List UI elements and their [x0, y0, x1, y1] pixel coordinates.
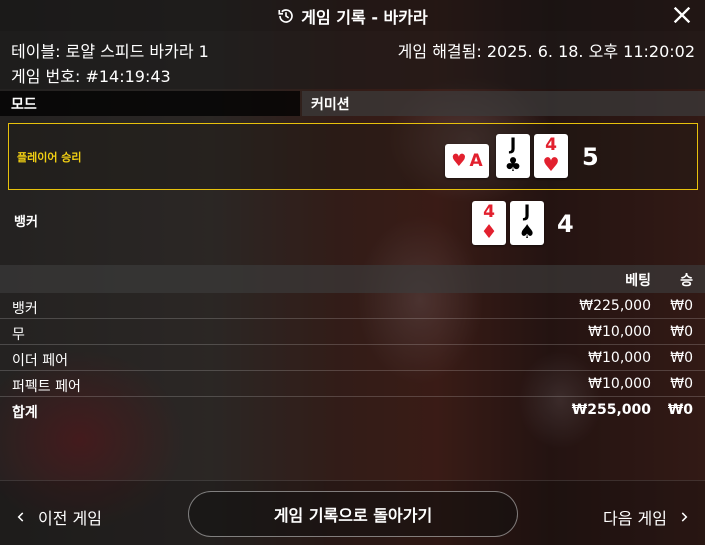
- bets-table-header: 베팅 승: [0, 265, 705, 293]
- card-rank: A: [469, 151, 483, 171]
- bets-table: 베팅 승 뱅커 ₩225,000 ₩0 무 ₩10,000 ₩0 이더 페어 ₩…: [0, 265, 705, 423]
- total-row: 합계 ₩255,000 ₩0: [0, 397, 705, 423]
- table-row: 뱅커 ₩225,000 ₩0: [0, 293, 705, 319]
- card-suit: ♠: [518, 221, 536, 243]
- chevron-right-icon: [681, 512, 688, 522]
- banker-card-1: 4 ♦: [472, 201, 506, 245]
- banker-score: 4: [557, 210, 574, 238]
- table-name: 테이블: 로얄 스피드 바카라 1: [11, 42, 209, 61]
- bet-name: 퍼펙트 페어: [12, 379, 81, 395]
- mode-label: 모드: [0, 91, 300, 116]
- card-suit: ♥: [451, 151, 467, 171]
- bet-name: 이더 페어: [12, 353, 68, 369]
- next-game-button[interactable]: 다음 게임: [603, 505, 691, 529]
- chevron-left-icon: [17, 512, 24, 522]
- back-to-history-label: 게임 기록으로 돌아가기: [273, 506, 433, 525]
- game-history-panel: 게임 기록 - 바카라 테이블: 로얄 스피드 바카라 1 게임 해결됨: 20…: [0, 0, 705, 545]
- bet-column-header: 베팅: [625, 273, 651, 289]
- previous-game-label: 이전 게임: [38, 509, 102, 528]
- bet-amount: ₩10,000: [588, 350, 651, 366]
- card-suit: ♥: [542, 154, 560, 176]
- page-title: 게임 기록 - 바카라: [301, 7, 428, 27]
- player-card-3: 4 ♥: [534, 134, 568, 178]
- total-win-amount: ₩0: [667, 402, 693, 418]
- card-rank: 4: [483, 202, 495, 222]
- table-row: 퍼펙트 페어 ₩10,000 ₩0: [0, 371, 705, 397]
- game-info: 테이블: 로얄 스피드 바카라 1 게임 해결됨: 2025. 6. 18. 오…: [0, 31, 705, 89]
- card-suit: ♦: [480, 221, 498, 243]
- win-column-header: 승: [680, 273, 693, 289]
- sideways-card-face: ♥ A: [445, 144, 489, 178]
- title-bar: 게임 기록 - 바카라: [0, 0, 705, 31]
- player-card-1: ♥ A: [445, 144, 489, 178]
- commission-label: 커미션: [302, 91, 705, 116]
- player-card-2: J ♣: [496, 134, 530, 178]
- win-amount: ₩0: [670, 298, 693, 314]
- banker-card-2: J ♠: [510, 201, 544, 245]
- resolved-time: 게임 해결됨: 2025. 6. 18. 오후 11:20:02: [397, 42, 695, 61]
- bet-amount: ₩10,000: [588, 324, 651, 340]
- back-to-history-button[interactable]: 게임 기록으로 돌아가기: [188, 491, 518, 537]
- bet-name: 무: [12, 327, 25, 343]
- bet-name: 뱅커: [12, 301, 38, 317]
- total-label: 합계: [12, 405, 38, 421]
- next-game-label: 다음 게임: [603, 509, 667, 528]
- win-amount: ₩0: [670, 376, 693, 392]
- card-rank: J: [509, 135, 517, 155]
- bet-amount: ₩225,000: [579, 298, 651, 314]
- game-number: 게임 번호: #14:19:43: [11, 67, 171, 86]
- player-score: 5: [582, 143, 599, 171]
- win-amount: ₩0: [670, 350, 693, 366]
- player-result-label: 플레이어 승리: [17, 151, 82, 164]
- total-bet-amount: ₩255,000: [571, 402, 651, 418]
- history-icon: [278, 8, 294, 23]
- table-row: 이더 페어 ₩10,000 ₩0: [0, 345, 705, 371]
- win-amount: ₩0: [670, 324, 693, 340]
- table-row: 무 ₩10,000 ₩0: [0, 319, 705, 345]
- footer-nav: 이전 게임 게임 기록으로 돌아가기 다음 게임: [0, 480, 705, 545]
- banker-label: 뱅커: [14, 215, 38, 230]
- close-icon[interactable]: [671, 4, 693, 26]
- card-rank: 4: [545, 135, 557, 155]
- bet-amount: ₩10,000: [588, 376, 651, 392]
- card-suit: ♣: [504, 154, 522, 176]
- card-rank: J: [523, 202, 531, 222]
- mode-header: 모드 커미션: [0, 91, 705, 116]
- previous-game-button[interactable]: 이전 게임: [14, 505, 102, 529]
